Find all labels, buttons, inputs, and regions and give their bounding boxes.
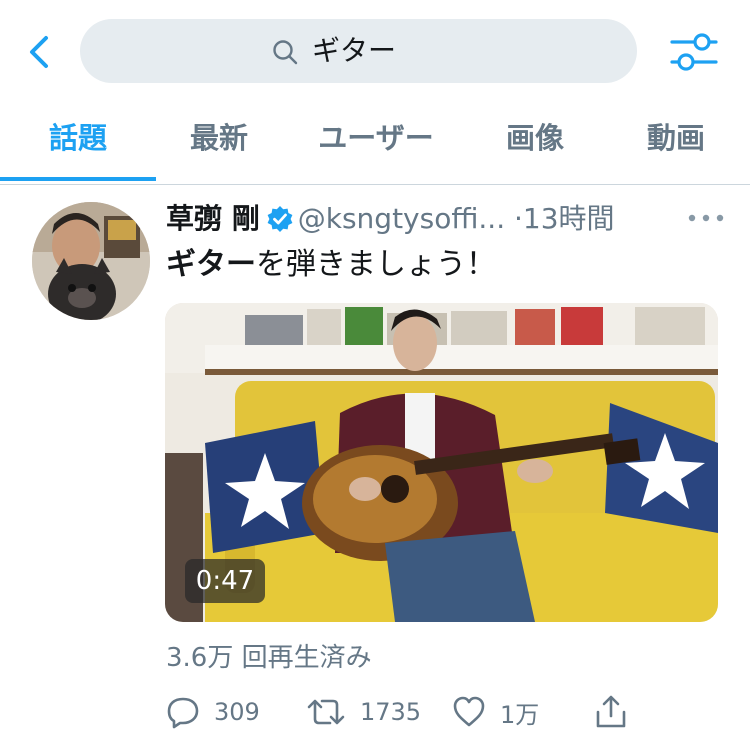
back-chevron-icon[interactable] [22, 30, 58, 74]
view-count: 3.6万 回再生済み [166, 643, 372, 673]
reply-button[interactable]: 309 [166, 690, 260, 734]
tweet-text-rest: を弾きましょう！ [256, 247, 496, 282]
share-icon [596, 695, 626, 728]
tweet-timestamp[interactable]: ·13時間 [514, 202, 615, 235]
search-query: ギター [312, 34, 397, 67]
retweet-count: 1735 [360, 698, 422, 726]
tab-trending[interactable]: 話題 [0, 104, 156, 184]
like-button[interactable]: 1万 [452, 690, 539, 734]
active-tab-indicator [0, 177, 156, 181]
avatar[interactable] [32, 202, 150, 320]
tab-users[interactable]: ユーザー [292, 104, 460, 184]
like-icon [453, 696, 485, 727]
display-name[interactable]: 草彅 剛 [166, 202, 260, 235]
reply-icon [167, 697, 199, 729]
user-handle[interactable]: @ksngtysoffi... [298, 202, 505, 235]
reply-count: 309 [214, 698, 260, 726]
tab-images[interactable]: 画像 [470, 104, 600, 184]
retweet-icon [307, 699, 345, 725]
search-tabs: 話題 最新 ユーザー 画像 動画 [0, 104, 750, 185]
tweet-text-highlight: ギター [166, 247, 256, 282]
top-bar: ギター [0, 0, 750, 104]
filter-sliders-icon[interactable] [664, 24, 724, 80]
verified-badge-icon [266, 204, 294, 232]
tweet-header: 草彅 剛 @ksngtysoffi... ·13時間 [166, 199, 736, 239]
retweet-button[interactable]: 1735 [306, 690, 421, 734]
search-icon [272, 39, 298, 65]
more-icon[interactable] [684, 203, 728, 233]
tweet-text: ギターを弾きましょう！ [166, 244, 496, 286]
like-count: 1万 [500, 700, 540, 729]
search-input[interactable]: ギター [80, 19, 637, 83]
tab-latest[interactable]: 最新 [156, 104, 282, 184]
video-duration: 0:47 [185, 559, 265, 603]
tab-videos[interactable]: 動画 [610, 104, 742, 184]
share-button[interactable] [594, 690, 628, 734]
